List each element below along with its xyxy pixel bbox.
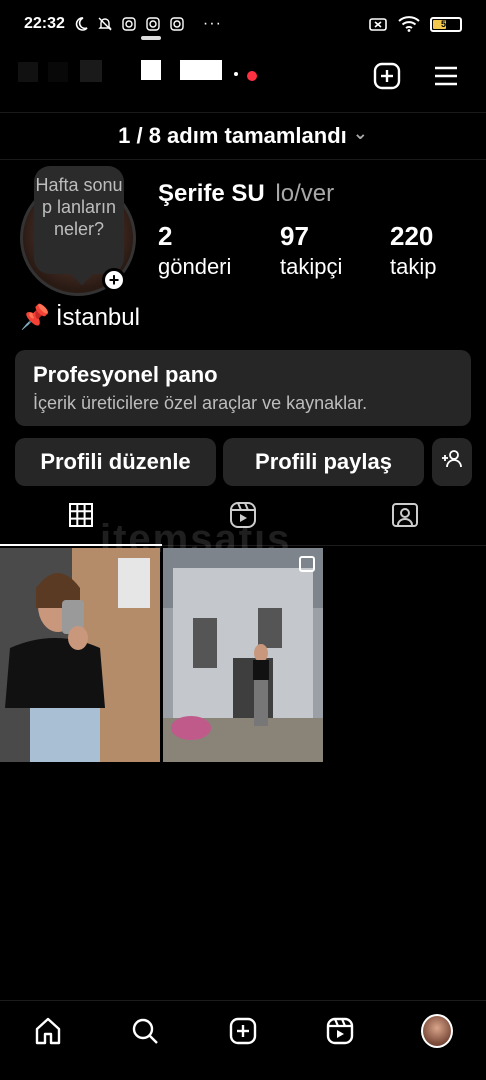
stat-label: gönderi	[158, 254, 232, 279]
bell-off-icon	[97, 16, 113, 32]
battery-level: 50	[440, 19, 451, 29]
status-time: 22:32	[24, 15, 65, 32]
note-text: Hafta sonu p lanların neler?	[35, 175, 123, 239]
avatar	[421, 1014, 453, 1048]
stat-value: 2	[158, 221, 173, 251]
stat-followers[interactable]: 97 takipçi	[280, 220, 342, 282]
tagged-icon[interactable]	[390, 500, 420, 530]
post-thumbnail[interactable]	[163, 548, 323, 762]
redacted-block	[80, 60, 102, 82]
instagram-icon	[169, 16, 185, 32]
redacted-username-block	[180, 60, 222, 80]
add-person-icon	[441, 449, 463, 475]
profile-stats: 2 gönderi 97 takipçi 220 takip	[158, 220, 468, 290]
sim-off-icon	[368, 16, 388, 32]
add-post-icon[interactable]	[371, 60, 403, 92]
redacted-username-block	[141, 60, 161, 80]
menu-icon[interactable]	[430, 60, 462, 92]
grid-icon[interactable]	[66, 500, 96, 530]
stat-label: takipçi	[280, 254, 343, 279]
notification-dot	[247, 71, 257, 81]
more-icon: ···	[202, 15, 222, 32]
profile-name: Şerife SU	[158, 180, 265, 207]
add-story-icon[interactable]: +	[102, 268, 126, 292]
progress-text: 1 / 8 adım tamamlandı	[118, 123, 347, 148]
note-bubble[interactable]: Hafta sonu p lanların neler?	[34, 166, 124, 274]
stat-value: 97	[280, 221, 309, 251]
status-indicator-bar	[141, 36, 161, 40]
dashboard-title: Profesyonel pano	[33, 362, 218, 387]
profile-location: 📌 İstanbul	[20, 303, 140, 332]
moon-icon	[73, 16, 89, 32]
home-icon[interactable]	[32, 1015, 64, 1047]
battery-icon: 50	[430, 16, 462, 32]
stat-following[interactable]: 220 takip	[390, 220, 436, 282]
status-bar: 22:32 ··· 50	[0, 0, 486, 48]
create-icon[interactable]	[227, 1015, 259, 1047]
redacted-block	[48, 62, 68, 82]
instagram-icon	[121, 16, 137, 32]
carousel-icon	[299, 556, 315, 572]
search-icon[interactable]	[129, 1015, 161, 1047]
dashboard-subtitle: İçerik üreticilere özel araçlar ve kayna…	[33, 393, 368, 413]
redacted-username-block	[234, 72, 238, 76]
profile-name-row: Şerife SU lo/ver	[158, 180, 334, 208]
chevron-down-icon: ⌄	[352, 122, 368, 143]
professional-dashboard[interactable]: Profesyonel pano İçerik üreticilere özel…	[15, 350, 471, 426]
location-text: İstanbul	[55, 303, 140, 331]
reels-icon[interactable]	[324, 1015, 356, 1047]
selfie-post-image	[0, 548, 160, 762]
post-thumbnail[interactable]	[0, 548, 160, 762]
profile-avatar[interactable]	[421, 1014, 453, 1048]
onboarding-progress[interactable]: 1 / 8 adım tamamlandı ⌄	[0, 112, 486, 160]
edit-profile-button[interactable]: Profili düzenle	[15, 438, 216, 486]
stat-value: 220	[390, 221, 434, 251]
bottom-navigation	[0, 1000, 486, 1064]
share-profile-button[interactable]: Profili paylaş	[223, 438, 424, 486]
discover-people-button[interactable]	[432, 438, 472, 486]
pushpin-icon: 📌	[20, 304, 50, 331]
stat-posts[interactable]: 2 gönderi	[158, 220, 231, 282]
profile-pronouns: lo/ver	[275, 180, 335, 207]
profile-header	[0, 52, 486, 100]
stat-label: takip	[390, 254, 437, 279]
redacted-block	[18, 62, 38, 82]
wifi-icon	[398, 16, 420, 32]
house-post-image	[163, 548, 323, 762]
instagram-icon	[145, 16, 161, 32]
